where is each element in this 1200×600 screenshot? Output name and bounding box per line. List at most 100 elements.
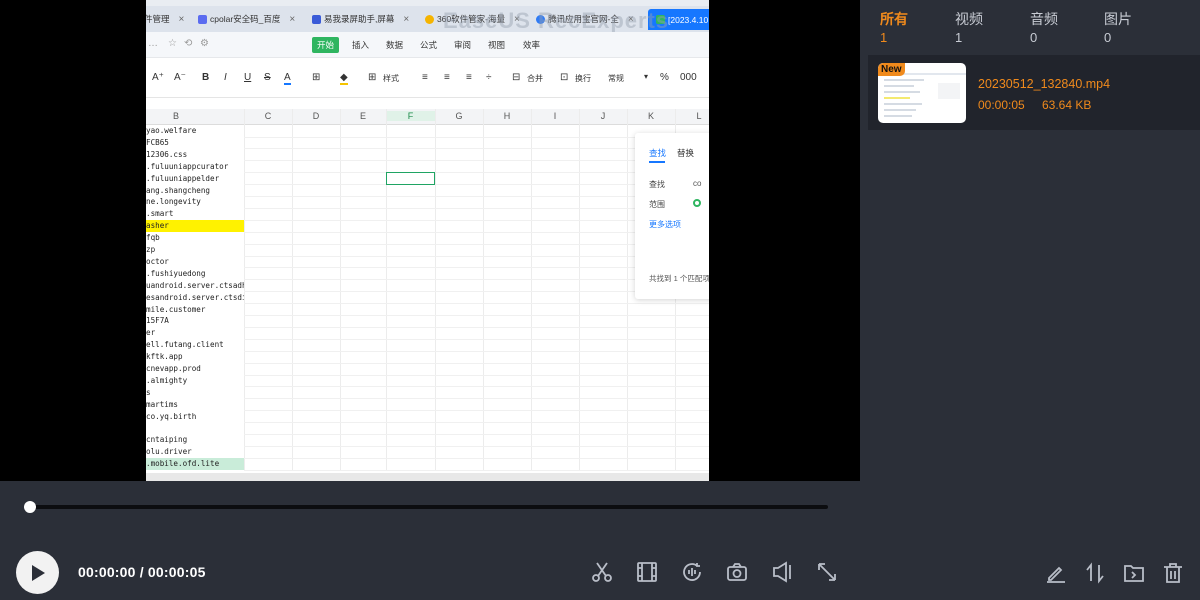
thumb-line bbox=[884, 91, 920, 93]
cell-text: cntaiping bbox=[146, 435, 188, 445]
row-gridline bbox=[244, 434, 709, 435]
cell-text: ne.longevity bbox=[146, 197, 201, 207]
cell-text: yao.welfare bbox=[146, 126, 197, 135]
cell-text: olu.driver bbox=[146, 447, 192, 457]
new-badge: New bbox=[878, 63, 905, 76]
film-icon[interactable] bbox=[635, 560, 659, 584]
ribbon-toolbar: A⁺ A⁻ B I U S A ⊞ ◆ ⊞ 样式 ≡ ≡ ≡ ÷ ⊟ 合并 ⊡ … bbox=[146, 58, 709, 98]
strikethrough-icon: S bbox=[264, 72, 271, 83]
filter-audio[interactable]: 音频 bbox=[1030, 9, 1058, 29]
cell-text: martims bbox=[146, 399, 179, 409]
folder-icon[interactable] bbox=[1122, 561, 1146, 585]
merge-icon: ⊟ bbox=[512, 72, 521, 83]
find-result: 共找到 1 个匹配项 bbox=[649, 274, 709, 283]
find-value: co bbox=[693, 179, 702, 188]
recording-item[interactable]: New 20230512_132840.mp4 00:00:05 63.64 K… bbox=[868, 55, 1200, 130]
font-decrease-icon: A⁻ bbox=[174, 72, 186, 83]
row-gridline bbox=[244, 350, 709, 352]
find-tab: 查找 bbox=[649, 148, 667, 158]
cell-text: .fuluuniappcurator bbox=[146, 161, 229, 171]
progress-track[interactable] bbox=[30, 505, 828, 509]
row-gridline bbox=[244, 410, 709, 412]
play-button[interactable] bbox=[16, 551, 59, 594]
row-gridline bbox=[244, 303, 709, 305]
chevron-down-icon: ▾ bbox=[644, 72, 649, 81]
tab-label: [2023.4.10 bbox=[668, 14, 709, 25]
align-left-icon: ≡ bbox=[422, 72, 428, 83]
cell-text: .mobile.ofd.lite bbox=[146, 458, 244, 471]
menu-item: 公式 bbox=[420, 40, 438, 50]
browser-tab: 易我录屏助手,屏幕 × bbox=[312, 10, 409, 28]
row-gridline bbox=[244, 445, 709, 447]
more-options-link: 更多选项 bbox=[649, 220, 681, 229]
thumb-line bbox=[884, 79, 924, 81]
library-panel: 所有 1 视频 1 音频 0 图片 0 New 20230512_132840.… bbox=[860, 0, 1200, 600]
trash-icon[interactable] bbox=[1161, 561, 1185, 585]
cell-text: zp bbox=[146, 245, 156, 254]
thumb-line bbox=[884, 115, 912, 117]
scissors-icon[interactable] bbox=[590, 560, 614, 584]
history-icon: ⟲ bbox=[184, 38, 193, 49]
sort-icon[interactable] bbox=[1083, 561, 1107, 585]
filter-count: 1 bbox=[955, 30, 963, 45]
file-name: 20230512_132840.mp4 bbox=[978, 77, 1111, 91]
row-gridline bbox=[244, 469, 709, 471]
cell-text: asher bbox=[146, 220, 244, 233]
column-header: D bbox=[312, 111, 320, 121]
underline-icon: U bbox=[244, 72, 252, 83]
fill-color-icon: ◆ bbox=[340, 72, 348, 85]
column-header: E bbox=[359, 111, 366, 121]
camera-icon[interactable] bbox=[725, 560, 749, 584]
menu-item: 插入 bbox=[352, 40, 370, 50]
settings-icon: ⚙ bbox=[200, 38, 209, 49]
row-gridline bbox=[244, 374, 709, 376]
watermark: EaseUS RecExperts bbox=[443, 8, 670, 33]
column-header: C bbox=[264, 111, 272, 121]
wrap-icon: ⊡ bbox=[560, 72, 569, 83]
favicon-icon bbox=[198, 14, 207, 24]
menu-item: 视图 bbox=[488, 40, 506, 50]
video-preview[interactable]: 件管理 × cpolar安全码_百度 × 易我录屏助手,屏幕 × 360软件管家-海量… bbox=[0, 0, 860, 481]
bookmarks-bar bbox=[146, 0, 709, 6]
favicon-icon bbox=[425, 14, 434, 24]
menu-item: 开始 bbox=[312, 37, 340, 53]
browser-tab: cpolar安全码_百度 × bbox=[198, 10, 295, 28]
menu-item: 效率 bbox=[523, 40, 541, 50]
column-header: J bbox=[600, 111, 606, 121]
edit-icon[interactable] bbox=[1044, 561, 1068, 585]
replace-tab: 替换 bbox=[677, 148, 695, 158]
fullscreen-icon[interactable] bbox=[815, 560, 839, 584]
star-icon: ☆ bbox=[168, 38, 177, 49]
row-gridline bbox=[244, 422, 709, 424]
radio-icon bbox=[693, 199, 701, 207]
cell-text: ang.shangcheng bbox=[146, 185, 211, 195]
tab-label: 易我录屏助手,屏幕 bbox=[324, 14, 395, 24]
cell-text: FCB65 bbox=[146, 137, 169, 147]
filter-image[interactable]: 图片 bbox=[1104, 9, 1132, 29]
filter-video[interactable]: 视频 bbox=[955, 9, 983, 29]
italic-icon: I bbox=[224, 72, 227, 83]
menu-item: 数据 bbox=[386, 40, 404, 50]
progress-knob[interactable] bbox=[24, 501, 36, 513]
border-icon: ⊞ bbox=[312, 72, 321, 83]
row-gridline bbox=[244, 457, 709, 459]
volume-icon[interactable] bbox=[770, 560, 794, 584]
tab-label: cpolar安全码_百度 bbox=[210, 14, 281, 24]
thousands-icon: 000 bbox=[680, 72, 697, 83]
cell-text: 15F7A bbox=[146, 316, 169, 326]
column-header: K bbox=[647, 111, 654, 121]
cell-text: .fuluuniappelder bbox=[146, 173, 220, 183]
percent-icon: % bbox=[660, 72, 669, 83]
column-headers: B C D E F G H I J K L bbox=[146, 109, 709, 125]
horizontal-scrollbar bbox=[146, 473, 709, 481]
font-increase-icon: A⁺ bbox=[152, 72, 164, 83]
audio-enhance-icon[interactable] bbox=[680, 560, 704, 584]
row-gridline bbox=[244, 315, 709, 316]
scope-label: 范围 bbox=[649, 200, 665, 209]
cell-text: ell.futang.client bbox=[146, 340, 224, 350]
merge-label: 合并 bbox=[527, 74, 543, 83]
cell-text: fqb bbox=[146, 233, 160, 243]
menu-item: 审阅 bbox=[454, 40, 472, 50]
cell-text: uandroid.server.ctsadhere bbox=[146, 280, 244, 290]
filter-all[interactable]: 所有 bbox=[880, 9, 908, 29]
